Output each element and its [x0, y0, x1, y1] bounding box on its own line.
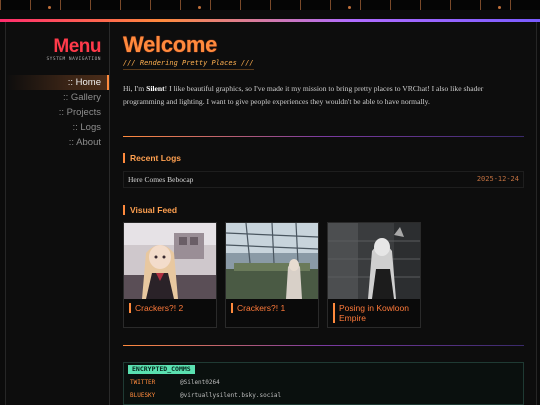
ruler-marker: [498, 6, 501, 9]
intro-paragraph: Hi, I'm Silent! I like beautiful graphic…: [123, 82, 523, 108]
sidebar-item-logs[interactable]: :: Logs: [6, 120, 109, 135]
ruler-marker: [348, 6, 351, 9]
page-subtitle: /// Rendering Pretty Places ///: [123, 59, 254, 70]
sidebar-item-about[interactable]: :: About: [6, 135, 109, 150]
sidebar: Menu SYSTEM NAVIGATION :: Home :: Galler…: [6, 22, 110, 405]
sidebar-item-home[interactable]: :: Home: [6, 75, 109, 90]
comms-key: BLUESKY: [130, 392, 156, 399]
comms-title: ENCRYPTED_COMMS: [128, 365, 195, 374]
page-frame: Menu SYSTEM NAVIGATION :: Home :: Galler…: [5, 22, 537, 405]
comms-key: TWITTER: [130, 379, 156, 386]
sidebar-nav: :: Home :: Gallery :: Projects :: Logs :…: [6, 75, 109, 150]
log-entry-title[interactable]: Here Comes Bebocap: [128, 172, 193, 187]
visual-feed-heading: Visual Feed: [123, 205, 177, 215]
intro-text-after: ! I like beautiful graphics, so I've mad…: [123, 84, 484, 106]
section-divider: [123, 136, 524, 137]
feed-card-caption[interactable]: Posing in Kowloon Empire: [333, 303, 416, 323]
page-title: Welcome: [123, 32, 218, 57]
ruler-marker: [198, 6, 201, 9]
intro-name: Silent: [146, 84, 165, 93]
log-entry-date: 2025-12-24: [476, 175, 519, 183]
sidebar-item-gallery[interactable]: :: Gallery: [6, 90, 109, 105]
log-entry[interactable]: Here Comes Bebocap 2025-12-24: [123, 171, 524, 188]
comms-row-bluesky[interactable]: BLUESKY @virtuallysilent.bsky.social: [130, 392, 281, 399]
comms-value[interactable]: @Silent0264: [180, 379, 220, 386]
encrypted-comms-panel: ENCRYPTED_COMMS TWITTER @Silent0264 BLUES…: [123, 362, 524, 405]
feed-thumbnail-image: [124, 223, 216, 299]
comms-value[interactable]: @virtuallysilent.bsky.social: [180, 392, 281, 399]
ruler-marker: [48, 6, 51, 9]
intro-text-before: Hi, I'm: [123, 84, 147, 93]
feed-thumbnail-image: [328, 223, 420, 299]
comms-row-twitter[interactable]: TWITTER @Silent0264: [130, 379, 220, 386]
menu-subtitle: SYSTEM NAVIGATION: [46, 57, 101, 62]
feed-card[interactable]: Crackers?! 2: [123, 222, 217, 328]
recent-logs-heading: Recent Logs: [123, 153, 181, 163]
feed-card-caption[interactable]: Crackers?! 2: [129, 303, 212, 313]
feed-card-caption[interactable]: Crackers?! 1: [231, 303, 314, 313]
section-divider: [123, 345, 524, 346]
sidebar-item-projects[interactable]: :: Projects: [6, 105, 109, 120]
feed-card[interactable]: Posing in Kowloon Empire: [327, 222, 421, 328]
main-content: Welcome /// Rendering Pretty Places /// …: [123, 22, 524, 405]
top-ruler: [0, 0, 540, 10]
menu-title: Menu: [53, 36, 101, 57]
feed-thumbnail-image: [226, 223, 318, 299]
feed-card[interactable]: Crackers?! 1: [225, 222, 319, 328]
